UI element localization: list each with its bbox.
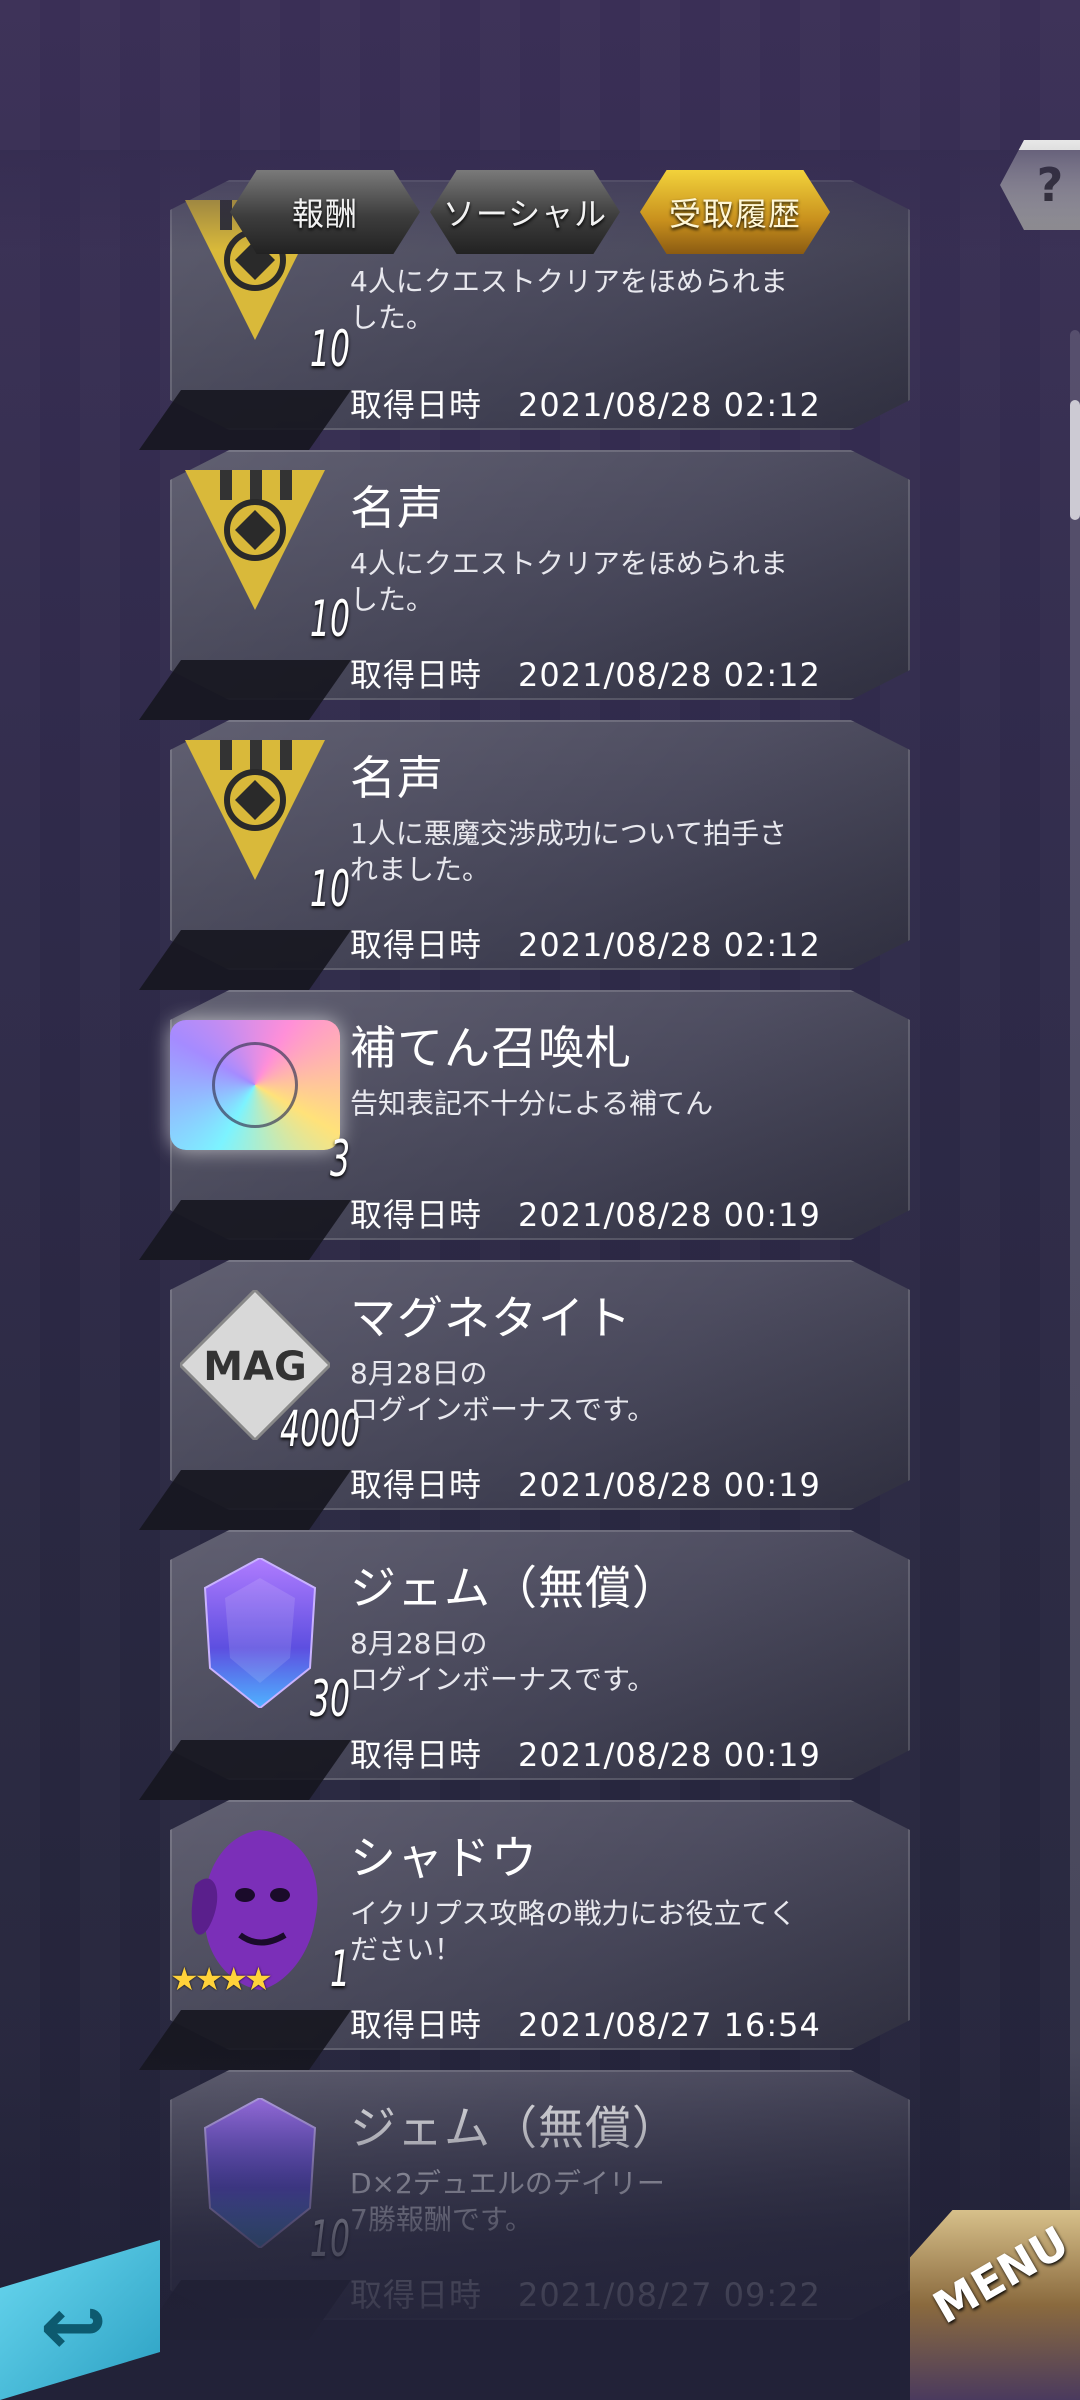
item-count: 10 xyxy=(309,320,350,378)
item-date: 取得日時 2021/08/27 16:54 xyxy=(350,2000,821,2046)
item-icon-wrap: MAG 4000 xyxy=(180,1280,360,1460)
list-item[interactable]: 3 補てん召喚札 告知表記不十分による補てん 取得日時 2021/08/28 00… xyxy=(138,990,920,1260)
item-description: D×2デュエルのデイリー 7勝報酬です。 xyxy=(350,2167,665,2236)
date-label: 取得日時 xyxy=(350,386,483,424)
item-description: 1人に悪魔交渉成功について拍手さ れました。 xyxy=(350,817,787,886)
item-count: 4000 xyxy=(280,1400,361,1458)
date-value: 2021/08/28 00:19 xyxy=(518,1466,821,1504)
date-label: 取得日時 xyxy=(350,1466,483,1504)
item-date: 取得日時 2021/08/28 00:19 xyxy=(350,1730,821,1776)
item-description: イクリプス攻略の戦力にお役立てく ださい！ xyxy=(350,1897,797,1966)
item-icon-wrap: 10 xyxy=(180,740,350,920)
item-title: 名声 xyxy=(350,751,444,805)
item-count: 10 xyxy=(309,2210,350,2268)
list-item[interactable]: MAG 4000 マグネタイト 8月28日の ログインボーナスです。 取得日時 2… xyxy=(138,1260,920,1530)
list-item[interactable]: ★★★★ 1 シャドウ イクリプス攻略の戦力にお役立てく ださい！ 取得日時 20… xyxy=(138,1800,920,2070)
item-description: 8月28日の ログインボーナスです。 xyxy=(350,1357,656,1426)
scrollbar[interactable] xyxy=(1070,330,1080,2230)
date-label: 取得日時 xyxy=(350,2276,483,2314)
rarity-stars: ★★★★ xyxy=(170,1960,273,1998)
item-icon-wrap: 3 xyxy=(170,1010,350,1190)
item-description: 4人にクエストクリアをほめられま した。 xyxy=(350,265,788,334)
date-label: 取得日時 xyxy=(350,1196,483,1234)
item-title: マグネタイト xyxy=(350,1291,632,1345)
svg-text:MAG: MAG xyxy=(203,1344,307,1390)
date-value: 2021/08/28 00:19 xyxy=(518,1196,821,1234)
item-date: 取得日時 2021/08/28 00:19 xyxy=(350,1460,821,1506)
item-icon-wrap: ★★★★ 1 xyxy=(170,1820,350,2000)
item-icon-wrap: 10 xyxy=(180,470,350,650)
date-label: 取得日時 xyxy=(350,656,483,694)
scrollbar-thumb[interactable] xyxy=(1070,400,1080,520)
date-label: 取得日時 xyxy=(350,2006,483,2044)
item-description: 4人にクエストクリアをほめられま した。 xyxy=(350,547,788,616)
item-title: シャドウ xyxy=(350,1831,538,1885)
menu-button[interactable]: MENU xyxy=(910,2210,1080,2400)
item-date: 取得日時 2021/08/28 02:12 xyxy=(350,920,821,966)
date-value: 2021/08/27 16:54 xyxy=(518,2006,821,2044)
tab-bar: 報酬 ソーシャル 受取履歴 xyxy=(230,170,850,260)
item-date: 取得日時 2021/08/27 09:22 xyxy=(350,2270,821,2316)
tab-history[interactable]: 受取履歴 xyxy=(640,170,830,254)
tab-rewards[interactable]: 報酬 xyxy=(230,170,420,254)
item-description: 8月28日の ログインボーナスです。 xyxy=(350,1627,656,1696)
item-title: ジェム（無償） xyxy=(350,1561,679,1615)
date-value: 2021/08/28 02:12 xyxy=(518,656,821,694)
list-item[interactable]: 10 名声 1人に悪魔交渉成功について拍手さ れました。 取得日時 2021/08… xyxy=(138,720,920,990)
list-item[interactable]: 10 名声 4人にクエストクリアをほめられま した。 取得日時 2021/08/2… xyxy=(138,450,920,720)
tab-label: 報酬 xyxy=(291,195,358,233)
tab-label: 受取履歴 xyxy=(668,195,801,233)
date-value: 2021/08/28 00:19 xyxy=(518,1736,821,1774)
date-value: 2021/08/27 09:22 xyxy=(518,2276,821,2314)
back-arrow-icon: ↩ xyxy=(40,2280,108,2373)
date-value: 2021/08/28 02:12 xyxy=(518,386,821,424)
item-count: 10 xyxy=(309,860,350,918)
item-count: 30 xyxy=(309,1670,350,1728)
item-title: ジェム（無償） xyxy=(350,2101,679,2155)
item-count: 10 xyxy=(309,590,350,648)
list-item[interactable]: 10 ジェム（無償） D×2デュエルのデイリー 7勝報酬です。 取得日時 2021… xyxy=(138,2070,920,2340)
date-value: 2021/08/28 02:12 xyxy=(518,926,821,964)
item-icon-wrap: 10 xyxy=(180,2090,350,2270)
date-label: 取得日時 xyxy=(350,926,483,964)
item-count: 1 xyxy=(329,1940,350,1998)
list-item[interactable]: 30 ジェム（無償） 8月28日の ログインボーナスです。 取得日時 2021/0… xyxy=(138,1530,920,1800)
item-description: 告知表記不十分による補てん xyxy=(350,1087,714,1120)
tab-social[interactable]: ソーシャル xyxy=(430,170,620,254)
item-title: 名声 xyxy=(350,481,444,535)
item-title: 補てん召喚札 xyxy=(350,1021,632,1075)
item-icon-wrap: 30 xyxy=(180,1550,350,1730)
date-label: 取得日時 xyxy=(350,1736,483,1774)
menu-label: MENU xyxy=(925,2216,1078,2335)
item-date: 取得日時 2021/08/28 02:12 xyxy=(350,650,821,696)
item-count: 3 xyxy=(329,1130,350,1188)
item-date: 取得日時 2021/08/28 00:19 xyxy=(350,1190,821,1236)
item-date: 取得日時 2021/08/28 02:12 xyxy=(350,380,821,426)
tab-label: ソーシャル xyxy=(442,195,608,233)
